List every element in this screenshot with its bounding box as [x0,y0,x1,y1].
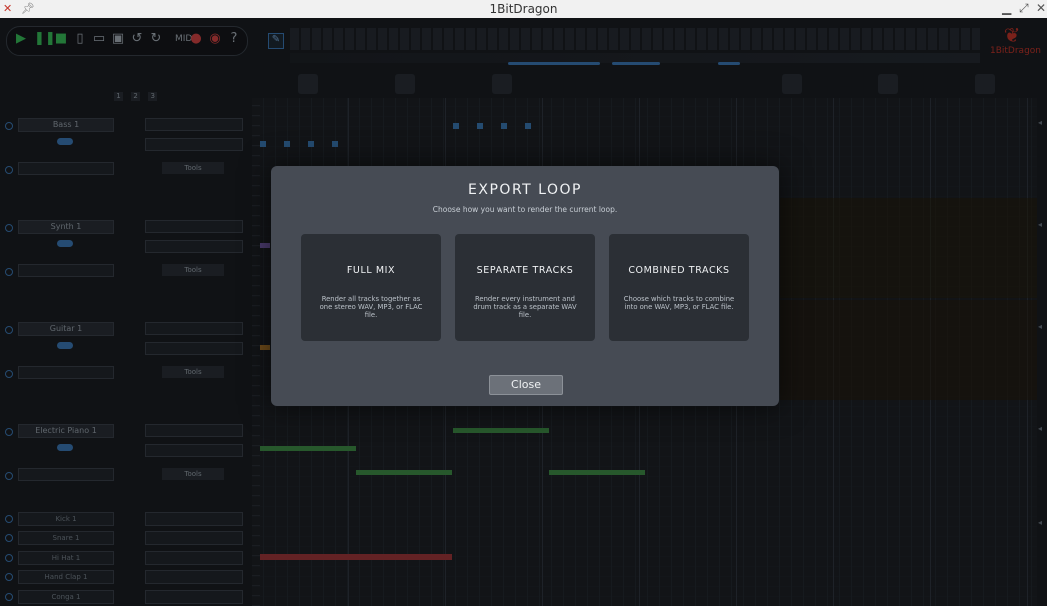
option-description: Render all tracks together as one stereo… [319,295,423,319]
close-window-icon[interactable]: ✕ [1036,1,1046,15]
maximize-icon[interactable]: ⤢ [1019,1,1029,16]
separate-tracks-option[interactable]: SEPARATE TRACKS Render every instrument … [455,234,595,341]
option-title: COMBINED TRACKS [628,265,730,276]
window-title: 1BitDragon [489,2,558,16]
combined-tracks-option[interactable]: COMBINED TRACKS Choose which tracks to c… [609,234,749,341]
option-title: FULL MIX [346,265,396,276]
option-description: Choose which tracks to combine into one … [623,295,735,311]
dialog-title: EXPORT LOOP [468,182,582,198]
option-title: SEPARATE TRACKS [476,265,574,276]
full-mix-option[interactable]: FULL MIX Render all tracks together as o… [301,234,441,341]
option-description: Render every instrument and drum track a… [473,295,577,319]
export-loop-dialog: EXPORT LOOP Choose how you want to rende… [271,166,779,406]
close-button[interactable]: Close [489,375,563,395]
window-titlebar: ✕ 📌︎ 1BitDragon ▁ ⤢ ✕ [0,0,1047,18]
minimize-icon[interactable]: ▁ [1002,1,1011,15]
dialog-subtitle: Choose how you want to render the curren… [432,205,618,214]
